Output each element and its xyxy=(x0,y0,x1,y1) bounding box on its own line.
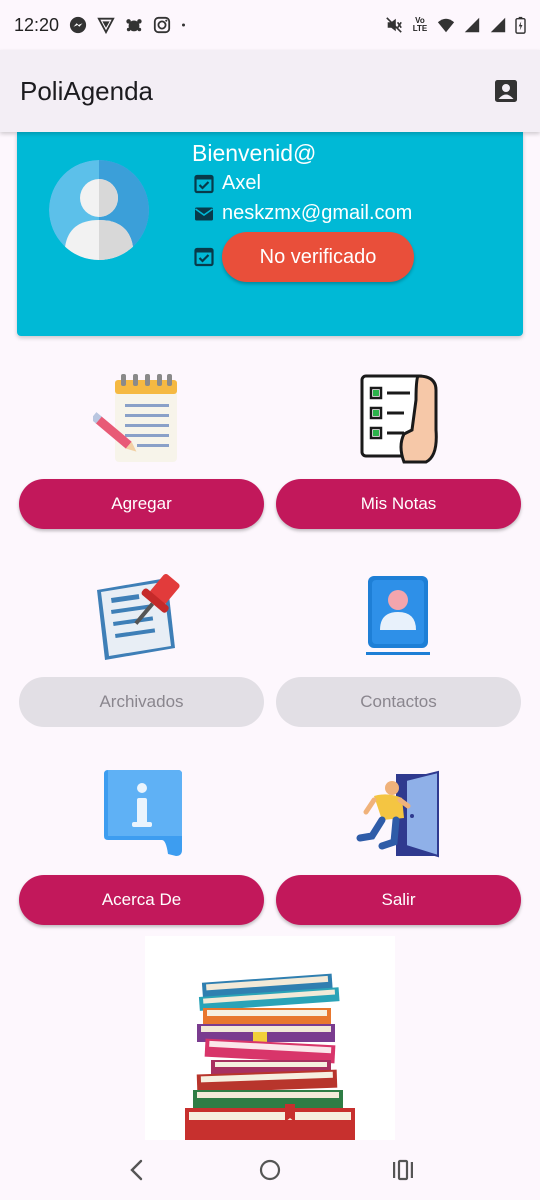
avatar xyxy=(49,160,149,260)
my-notes-button[interactable]: Mis Notas xyxy=(276,479,521,529)
wifi-icon xyxy=(437,18,455,33)
instagram-icon xyxy=(153,16,171,34)
account-box-icon xyxy=(495,80,517,102)
contact-book-icon xyxy=(366,576,430,655)
user-avatar-icon xyxy=(49,160,149,260)
checkbox-icon xyxy=(194,247,214,267)
name-row: Axel xyxy=(194,172,261,195)
status-bar: 12:20 Vo LTE xyxy=(0,0,540,50)
welcome-text: Bienvenid@ xyxy=(192,140,317,166)
email-row: neskzmx@gmail.com xyxy=(194,202,412,225)
recents-button[interactable] xyxy=(383,1150,423,1190)
back-button[interactable] xyxy=(117,1150,157,1190)
messenger-icon xyxy=(69,16,87,34)
books-stack-icon xyxy=(185,973,355,1140)
home-button[interactable] xyxy=(250,1150,290,1190)
exit-button[interactable]: Salir xyxy=(276,875,521,925)
app-title: PoliAgenda xyxy=(20,75,153,106)
verify-row: No verificado xyxy=(194,232,414,282)
contacts-button[interactable]: Contactos xyxy=(276,677,521,727)
mail-icon xyxy=(195,207,213,220)
verify-button[interactable]: No verificado xyxy=(222,232,414,282)
signal-icon xyxy=(490,17,506,33)
battery-icon xyxy=(515,16,526,34)
checkbox-icon xyxy=(194,174,214,193)
volte-icon: Vo LTE xyxy=(412,16,428,33)
add-button[interactable]: Agregar xyxy=(19,479,264,529)
app-bar: PoliAgenda xyxy=(0,50,540,132)
archived-button[interactable]: Archivados xyxy=(19,677,264,727)
vpn-icon xyxy=(97,17,115,34)
mute-icon xyxy=(386,17,402,33)
profile-card: Bienvenid@ Axel neskzmx@gmail.com No ver… xyxy=(17,132,523,336)
signal-icon xyxy=(464,17,480,33)
recents-icon xyxy=(393,1159,414,1181)
home-icon xyxy=(259,1159,281,1181)
back-icon xyxy=(129,1159,142,1181)
status-time: 12:20 xyxy=(14,14,60,35)
checklist-hand-icon xyxy=(360,374,438,464)
books-image xyxy=(145,936,395,1140)
bug-icon xyxy=(126,19,142,32)
notepad-pencil-icon xyxy=(93,374,177,462)
navigation-bar xyxy=(0,1140,540,1200)
profile-button[interactable] xyxy=(492,77,520,105)
info-icon xyxy=(104,770,182,856)
user-email: neskzmx@gmail.com xyxy=(222,202,413,224)
dot-icon xyxy=(182,23,186,27)
about-button[interactable]: Acerca De xyxy=(19,875,264,925)
user-name: Axel xyxy=(222,172,261,194)
pinned-document-icon xyxy=(97,573,180,660)
exit-door-icon xyxy=(356,770,439,858)
